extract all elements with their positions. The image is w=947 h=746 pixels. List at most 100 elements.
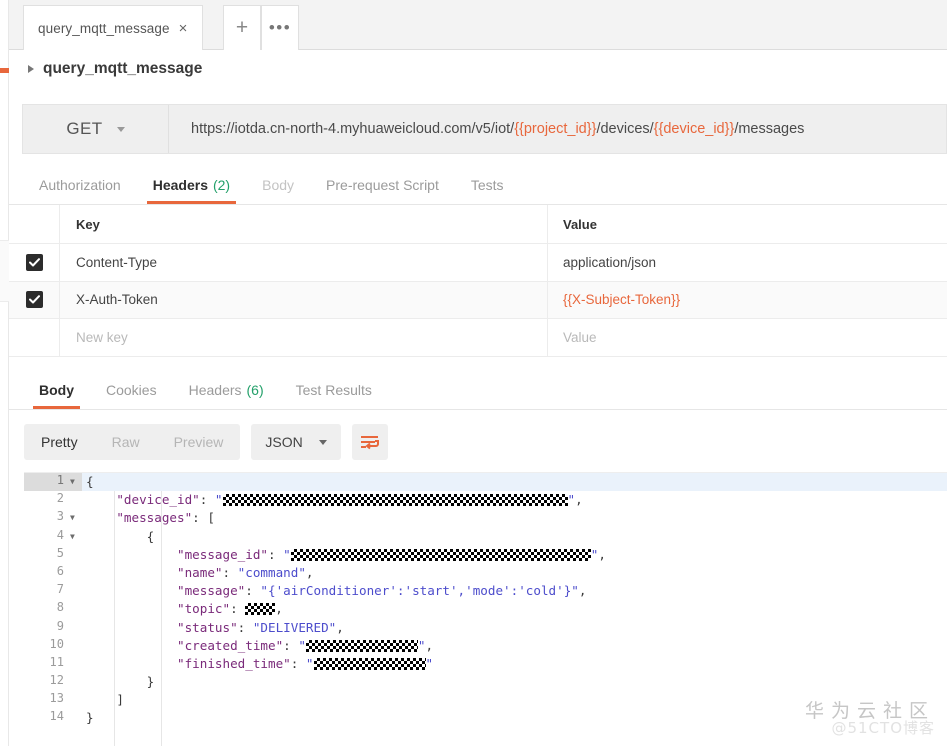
header-key-cell[interactable]: X-Auth-Token [60,282,548,319]
word-wrap-icon[interactable] [352,424,388,460]
response-view-mode-group: PrettyRawPreview [24,424,240,460]
url-input[interactable]: https://iotda.cn-north-4.myhuaweicloud.c… [169,105,946,153]
json-punct [86,510,116,525]
json-punct [86,565,177,580]
fold-spacer [68,546,82,564]
header-key-cell[interactable]: Content-Type [60,244,548,281]
code-text: "topic": , [82,600,947,618]
response-tab-headers[interactable]: Headers (6) [173,370,280,409]
view-mode-preview[interactable]: Preview [157,424,241,460]
header-value-cell[interactable]: Value [548,319,947,356]
json-punct [86,620,177,635]
code-text: "finished_time": "" [82,655,947,673]
tab-label: Body [262,177,294,193]
fold-arrow-icon[interactable]: ▼ [68,473,82,491]
table-row[interactable]: New keyValue [9,319,947,357]
url-variable-device-id: {{device_id}} [654,121,735,137]
json-string: " [215,492,223,507]
line-number: 6 [24,564,68,582]
chevron-right-icon[interactable] [28,65,34,73]
json-punct: { [86,529,154,544]
new-tab-button[interactable]: + [223,5,261,50]
line-number: 1 [24,473,68,491]
header-enabled-checkbox[interactable] [9,319,60,356]
header-enabled-checkbox[interactable] [9,244,60,281]
line-number: 12 [24,673,68,691]
code-line: 5 "message_id": "", [24,546,947,564]
header-enabled-checkbox[interactable] [9,282,60,319]
json-punct: { [86,474,94,489]
tab-label: Headers [189,382,242,398]
json-punct: , [579,583,587,598]
line-number: 7 [24,582,68,600]
column-header-key: Key [60,205,548,243]
view-mode-pretty[interactable]: Pretty [24,424,95,460]
http-method-select[interactable]: GET [23,105,169,153]
fold-spacer [68,600,82,618]
tab-headers[interactable]: Headers (2) [137,165,246,204]
json-key: "device_id" [116,492,199,507]
tab-body[interactable]: Body [246,165,310,204]
checkbox-checked-icon[interactable] [26,291,43,308]
header-value-cell[interactable]: application/json [548,244,947,281]
redacted-value [291,549,591,561]
response-body-viewer[interactable]: 1▼{2 "device_id": "",3▼ "messages": [4▼ … [24,472,947,746]
json-key: "created_time" [177,638,283,653]
code-line: 12 } [24,673,947,691]
tab-tests[interactable]: Tests [455,165,520,204]
header-value-cell[interactable]: {{X-Subject-Token}} [548,282,947,319]
postman-window: query_mqtt_message × + ••• query_mqtt_me… [0,0,947,746]
fold-spacer [68,619,82,637]
tab-count-badge: (6) [247,382,264,398]
response-language-select[interactable]: JSON [251,424,340,460]
url-variable-project-id: {{project_id}} [514,121,596,137]
close-icon[interactable]: × [174,19,192,37]
json-punct: : [238,620,253,635]
json-string: " [298,638,306,653]
json-string: "DELIVERED" [253,620,336,635]
tab-authorization[interactable]: Authorization [23,165,137,204]
line-number: 5 [24,546,68,564]
request-tab-query-mqtt-message[interactable]: query_mqtt_message × [23,5,203,50]
tab-label: Pre-request Script [326,177,439,193]
tab-pre-request-script[interactable]: Pre-request Script [310,165,455,204]
json-punct: , [336,620,344,635]
response-section-tabs: BodyCookies Headers (6) Test Results [9,370,947,410]
json-key: "message_id" [177,547,268,562]
json-key: "topic" [177,601,230,616]
json-punct [86,656,177,671]
response-language-label: JSON [265,434,302,450]
tab-label: Headers [153,177,208,193]
tab-label: Tests [471,177,504,193]
checkbox-checked-icon[interactable] [26,254,43,271]
code-line: 13 ] [24,691,947,709]
json-punct [86,601,177,616]
request-section-tabs: Authorization Headers (2) Body Pre-request S… [9,166,947,205]
response-tab-body[interactable]: Body [23,370,90,409]
code-text: "created_time": "", [82,637,947,655]
fold-arrow-icon[interactable]: ▼ [68,528,82,546]
table-row[interactable]: X-Auth-Token{{X-Subject-Token}} [9,282,947,320]
table-row[interactable]: Content-Typeapplication/json [9,244,947,282]
response-tab-cookies[interactable]: Cookies [90,370,173,409]
request-tab-bar: query_mqtt_message × + ••• [9,0,947,50]
json-punct: ] [86,692,124,707]
code-line: 7 "message": "{'airConditioner':'start',… [24,582,947,600]
json-punct: : [200,492,215,507]
fold-arrow-icon[interactable]: ▼ [68,509,82,527]
request-name-breadcrumb[interactable]: query_mqtt_message [28,60,202,78]
view-mode-raw[interactable]: Raw [95,424,157,460]
url-suffix: /messages [734,121,804,137]
line-number: 4 [24,528,68,546]
header-key-cell[interactable]: New key [60,319,548,356]
fold-spacer [68,673,82,691]
json-key: "messages" [116,510,192,525]
redacted-value [306,640,418,652]
tab-label: Test Results [296,382,372,398]
json-punct [86,492,116,507]
tab-count-badge: (2) [213,177,230,193]
more-options-icon[interactable]: ••• [261,5,299,50]
json-punct: : [245,583,260,598]
code-line: 4▼ { [24,528,947,546]
response-tab-test-results[interactable]: Test Results [280,370,388,409]
